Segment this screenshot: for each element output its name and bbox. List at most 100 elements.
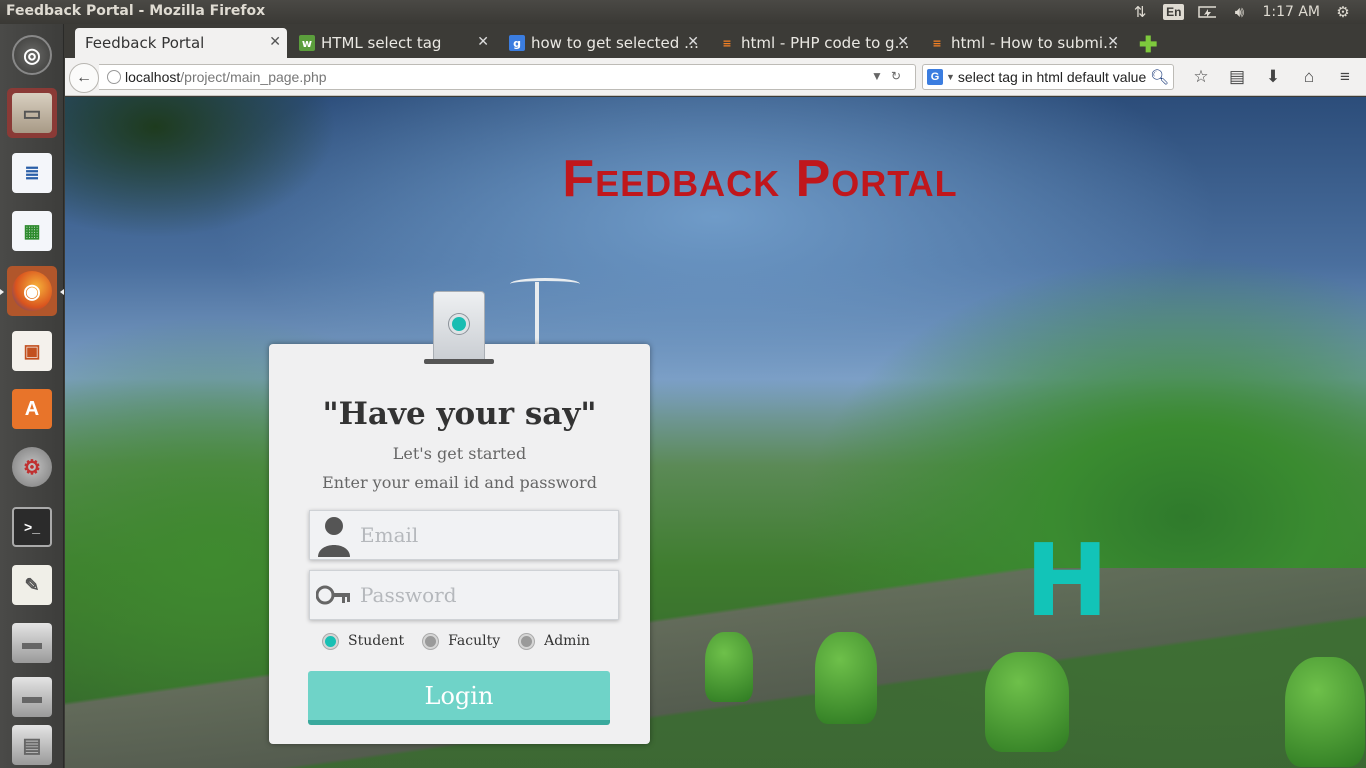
firefox-icon: ◉ [12, 271, 52, 311]
tab-label: html - How to submi… [951, 34, 1119, 52]
card-instruction: Enter your email id and password [322, 473, 597, 492]
text-editor-icon: ✎ [12, 565, 52, 605]
badge-clip-base [424, 359, 494, 364]
system-tray: ⇅ En 🔊︎ 1:17 AM ⚙ [1131, 0, 1366, 24]
launcher-firefox[interactable]: ◉ [7, 266, 57, 316]
running-indicator-icon [0, 289, 4, 295]
badge-dot-icon [449, 314, 469, 334]
stackoverflow-icon: ≡ [932, 36, 942, 50]
card-heading: "Have your say" [322, 396, 597, 432]
role-faculty[interactable]: Faculty [423, 633, 500, 649]
tab-html-select-tag[interactable]: w HTML select tag ✕ [289, 28, 495, 58]
close-icon[interactable]: ✕ [269, 34, 281, 50]
settings-gear-icon[interactable]: ⚙ [1334, 3, 1352, 21]
keyboard-layout-indicator[interactable]: En [1163, 4, 1185, 20]
page-viewport: Feedback Portal H "Have your say" Let's … [65, 97, 1366, 768]
bookmark-star-icon[interactable]: ☆ [1183, 67, 1219, 87]
street-lamp [510, 278, 580, 290]
password-field[interactable] [309, 570, 619, 620]
search-bar[interactable]: G ▼ select tag in html default value 🔍︎ [922, 64, 1174, 90]
back-button[interactable]: ← [69, 63, 99, 93]
google-icon: g [509, 35, 525, 51]
close-icon[interactable]: ✕ [687, 34, 699, 50]
tab-php-code[interactable]: ≡ html - PHP code to g… ✕ [709, 28, 915, 58]
dropdown-arrow-icon[interactable]: ▼ [871, 69, 891, 83]
focused-indicator-icon [60, 289, 64, 295]
window-title: Feedback Portal - Mozilla Firefox [6, 3, 266, 19]
tab-how-to-get-selected[interactable]: g how to get selected … ✕ [499, 28, 705, 58]
home-icon[interactable]: ⌂ [1291, 67, 1327, 87]
street-lamp-pole [535, 282, 539, 352]
tab-strip: Feedback Portal ✕ w HTML select tag ✕ g … [65, 24, 1366, 58]
background-hedge [815, 632, 877, 724]
engine-dropdown-icon[interactable]: ▼ [946, 72, 955, 82]
search-icon[interactable]: 🔍︎ [1150, 68, 1169, 86]
radio-button[interactable] [423, 633, 439, 649]
close-icon[interactable]: ✕ [477, 34, 489, 50]
reload-icon[interactable]: ↻ [891, 69, 909, 83]
presentation-icon: ▣ [12, 331, 52, 371]
system-top-bar: Feedback Portal - Mozilla Firefox ⇅ En 🔊… [0, 0, 1366, 24]
role-radio-group: Student Faculty Admin [323, 633, 609, 649]
key-icon [316, 573, 352, 617]
login-button[interactable]: Login [308, 671, 610, 725]
search-input[interactable]: select tag in html default value [958, 69, 1154, 85]
volume-icon[interactable]: 🔊︎ [1230, 3, 1248, 21]
menu-hamburger-icon[interactable]: ≡ [1327, 67, 1363, 87]
close-icon[interactable]: ✕ [1107, 34, 1119, 50]
google-search-engine-icon[interactable]: G [927, 69, 943, 85]
site-identity-globe-icon[interactable] [107, 70, 121, 84]
network-arrows-icon[interactable]: ⇅ [1131, 3, 1149, 21]
ubuntu-logo-icon: ◎ [12, 35, 52, 75]
tab-label: how to get selected … [531, 34, 700, 52]
role-label: Admin [544, 633, 590, 649]
launcher-terminal[interactable]: >_ [7, 502, 57, 552]
clock[interactable]: 1:17 AM [1262, 4, 1320, 20]
new-tab-plus-icon[interactable]: ✚ [1139, 32, 1157, 58]
radio-button[interactable] [519, 633, 535, 649]
disk-drive-icon: ▬ [12, 677, 52, 717]
background-hedge [1285, 657, 1365, 767]
stackoverflow-icon: ≡ [722, 36, 732, 50]
tab-feedback-portal[interactable]: Feedback Portal ✕ [75, 28, 287, 58]
email-input[interactable] [360, 523, 610, 547]
role-label: Student [348, 633, 405, 649]
file-cabinet-icon: ▭ [12, 93, 52, 133]
downloads-arrow-icon[interactable]: ⬇ [1255, 67, 1291, 87]
close-icon[interactable]: ✕ [897, 34, 909, 50]
launcher-dash[interactable]: ◎ [7, 30, 57, 80]
launcher-impress[interactable]: ▣ [7, 326, 57, 376]
radio-button[interactable] [323, 633, 338, 649]
launcher-trash[interactable]: ▤ [7, 720, 57, 768]
trash-icon: ▤ [12, 725, 52, 765]
tab-how-to-submit[interactable]: ≡ html - How to submi… ✕ [919, 28, 1125, 58]
settings-wrench-gear-icon: ⚙ [12, 447, 52, 487]
launcher-calc[interactable]: ▦ [7, 206, 57, 256]
launcher-software-center[interactable]: A [7, 384, 57, 434]
bookmarks-list-icon[interactable]: ▤ [1219, 67, 1255, 87]
launcher-system-settings[interactable]: ⚙ [7, 442, 57, 492]
navigation-toolbar: ← localhost/project/main_page.php ▼↻ G ▼… [65, 58, 1366, 96]
url-host: localhost [125, 69, 181, 85]
role-admin[interactable]: Admin [519, 633, 590, 649]
w3c-icon: w [299, 35, 315, 51]
tab-label: Feedback Portal [85, 34, 205, 52]
battery-icon[interactable] [1198, 3, 1217, 21]
password-input[interactable] [360, 583, 610, 607]
launcher-drive-1[interactable]: ▬ [7, 618, 57, 668]
role-student[interactable]: Student [323, 633, 404, 649]
user-silhouette-icon [316, 513, 352, 557]
tab-label: html - PHP code to g… [741, 34, 910, 52]
url-path: /project/main_page.php [180, 69, 327, 85]
launcher-writer[interactable]: ≣ [7, 148, 57, 198]
writer-document-icon: ≣ [12, 153, 52, 193]
terminal-icon: >_ [12, 507, 52, 547]
email-field[interactable] [309, 510, 619, 560]
launcher-drive-2[interactable]: ▬ [7, 672, 57, 722]
background-hedge [705, 632, 753, 702]
launcher-files[interactable]: ▭ [7, 88, 57, 138]
unity-launcher: ◎ ▭ ≣ ▦ ◉ ▣ A ⚙ >_ ✎ ▬ ▬ ▤ [0, 24, 64, 768]
launcher-text-editor[interactable]: ✎ [7, 560, 57, 610]
login-card: "Have your say" Let's get started Enter … [269, 344, 650, 744]
address-bar[interactable]: localhost/project/main_page.php ▼↻ [99, 64, 916, 90]
